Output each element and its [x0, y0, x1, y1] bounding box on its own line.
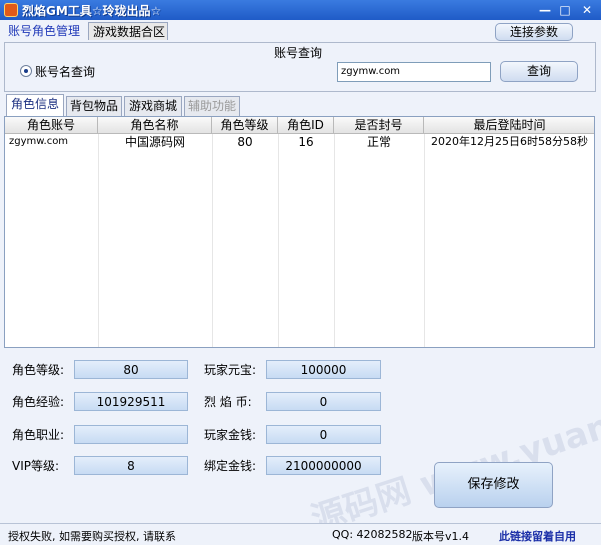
col-header-id[interactable]: 角色ID — [278, 117, 334, 134]
cell-name: 中国源码网 — [124, 135, 185, 149]
status-bar: 授权失败, 如需要购买授权, 请联系 QQ: 42082582 版本号v1.4 … — [0, 523, 601, 545]
self-use-link[interactable]: 此链接留着自用 — [499, 528, 576, 544]
col-header-last-login[interactable]: 最后登陆时间 — [424, 117, 594, 134]
account-query-title: 账号查询 — [272, 44, 325, 61]
tab-merge-server[interactable]: 游戏数据合区 — [88, 22, 168, 40]
minimize-icon[interactable]: — — [536, 2, 554, 18]
role-table[interactable]: 角色账号 角色名称 角色等级 角色ID 是否封号 最后登陆时间 zgymw.co… — [4, 116, 595, 348]
cell-level: 80 — [237, 135, 253, 149]
yuanbao-field[interactable]: 100000 — [266, 360, 381, 379]
title-bar: 烈焰GM工具☆玲珑出品☆ — □ ✕ — [0, 0, 601, 20]
connect-settings-button[interactable]: 连接参数 — [495, 23, 573, 41]
col-header-name[interactable]: 角色名称 — [98, 117, 212, 134]
exp-field[interactable]: 101929511 — [74, 392, 188, 411]
account-name-radio-label: 账号名查询 — [35, 65, 96, 79]
cell-banned: 正常 — [366, 135, 391, 149]
cell-id: 16 — [298, 135, 314, 149]
col-header-banned[interactable]: 是否封号 — [334, 117, 424, 134]
vip-label: VIP等级: — [12, 459, 60, 473]
job-label: 角色职业: — [12, 428, 65, 442]
tab-account-role[interactable]: 账号角色管理 — [4, 22, 86, 40]
lieyanbi-field[interactable]: 0 — [266, 392, 381, 411]
cell-last-login: 2020年12月25日6时58分58秒 — [431, 135, 588, 148]
qq-text: QQ: 42082582 — [332, 528, 413, 541]
level-label: 角色等级: — [12, 363, 65, 377]
lieyanbi-label: 烈 焰 币: — [204, 395, 252, 409]
gold-label: 玩家金钱: — [204, 428, 257, 442]
exp-label: 角色经验: — [12, 395, 65, 409]
bound-gold-field[interactable]: 2100000000 — [266, 456, 381, 475]
col-header-level[interactable]: 角色等级 — [212, 117, 278, 134]
job-field[interactable] — [74, 425, 188, 444]
tab-backpack[interactable]: 背包物品 — [66, 96, 122, 116]
maximize-icon[interactable]: □ — [556, 2, 574, 18]
tab-assist[interactable]: 辅助功能 — [184, 96, 240, 116]
app-icon — [4, 3, 18, 17]
query-button[interactable]: 查询 — [500, 61, 578, 82]
yuanbao-label: 玩家元宝: — [204, 363, 257, 377]
gold-field[interactable]: 0 — [266, 425, 381, 444]
tab-shop[interactable]: 游戏商城 — [124, 96, 182, 116]
window-title: 烈焰GM工具☆玲珑出品☆ — [22, 4, 162, 18]
col-header-account[interactable]: 角色账号 — [5, 117, 98, 134]
level-field[interactable]: 80 — [74, 360, 188, 379]
close-icon[interactable]: ✕ — [578, 2, 596, 18]
vip-field[interactable]: 8 — [74, 456, 188, 475]
account-name-radio[interactable] — [20, 65, 32, 77]
bound-gold-label: 绑定金钱: — [204, 459, 257, 473]
auth-status: 授权失败, 如需要购买授权, 请联系 — [8, 530, 176, 543]
tab-role-info[interactable]: 角色信息 — [6, 94, 64, 116]
version-text: 版本号v1.4 — [412, 530, 470, 543]
cell-account: zgymw.com — [9, 136, 69, 147]
save-button[interactable]: 保存修改 — [434, 462, 553, 508]
account-search-input[interactable]: zgymw.com — [337, 62, 491, 82]
